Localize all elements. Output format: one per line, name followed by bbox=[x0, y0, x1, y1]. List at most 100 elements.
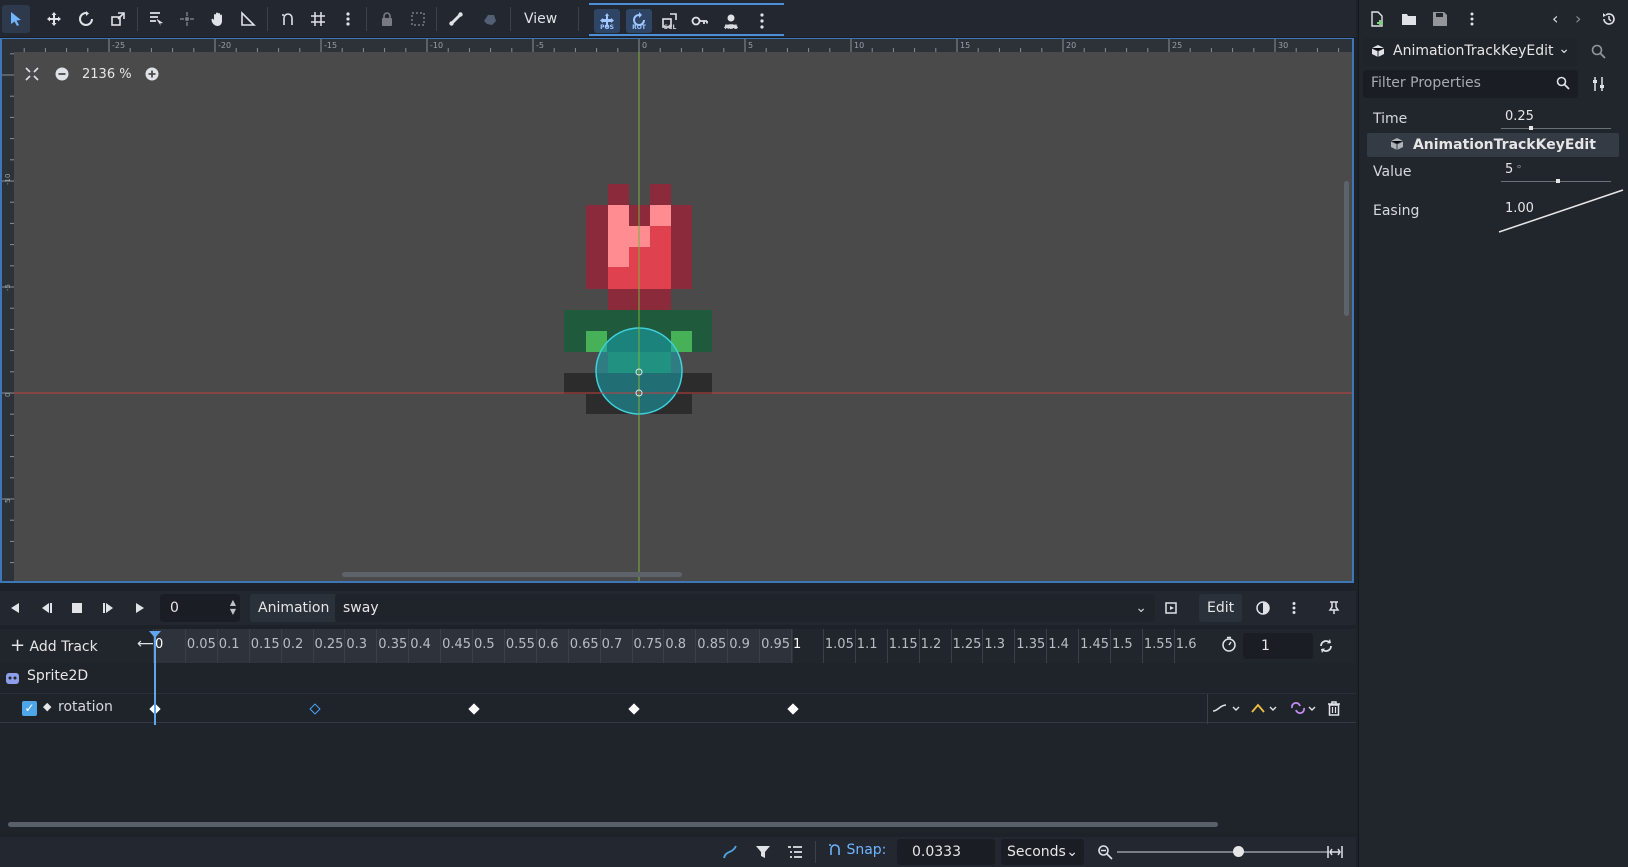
autoplay-icon[interactable] bbox=[1160, 596, 1184, 620]
ruler-top: -25 -20 -15 -10 -5 0 5 10 15 20 25 30 bbox=[2, 39, 1352, 52]
loop-wrap-icon[interactable] bbox=[1290, 701, 1320, 719]
inspected-object-selector[interactable]: AnimationTrackKeyEdit ⌄ bbox=[1363, 38, 1578, 66]
save-icon[interactable] bbox=[1432, 11, 1448, 31]
animation-selector[interactable]: sway ⌄ bbox=[335, 594, 1155, 622]
snap-toggle[interactable]: Snap: bbox=[828, 842, 886, 858]
loop-icon[interactable] bbox=[1318, 638, 1334, 658]
bone-icon[interactable] bbox=[442, 5, 470, 33]
keyframe[interactable] bbox=[627, 703, 640, 715]
recent-history-icon[interactable] bbox=[1601, 11, 1617, 31]
object-docs-icon[interactable] bbox=[1591, 44, 1607, 64]
zoom-out-icon[interactable] bbox=[52, 64, 72, 84]
timeline-zoom-thumb[interactable] bbox=[1233, 846, 1244, 857]
onion-skin-icon[interactable] bbox=[1251, 596, 1275, 620]
update-mode-icon[interactable] bbox=[1251, 701, 1281, 719]
toolbar-divider bbox=[510, 7, 511, 31]
track-property-name: rotation bbox=[58, 699, 113, 715]
smart-snap-icon[interactable] bbox=[274, 5, 302, 33]
add-track-button[interactable]: + Add Track bbox=[10, 633, 98, 659]
timeline-tick-label: 0 bbox=[155, 637, 164, 652]
pan-tool-icon[interactable] bbox=[204, 5, 232, 33]
grid-snap-icon[interactable] bbox=[304, 5, 332, 33]
stop-icon[interactable] bbox=[65, 596, 89, 620]
section-title: AnimationTrackKeyEdit bbox=[1412, 137, 1596, 153]
ruler-tool-icon[interactable] bbox=[234, 5, 262, 33]
viewport-canvas bbox=[14, 52, 1352, 581]
timeline-tick-line bbox=[440, 629, 442, 663]
keyframe[interactable] bbox=[468, 703, 480, 715]
play-backwards-from-end-icon[interactable] bbox=[34, 596, 58, 620]
ruler-label: -5 bbox=[536, 41, 544, 50]
history-forward-icon[interactable]: › bbox=[1575, 9, 1581, 28]
zoom-reset-icon[interactable] bbox=[22, 64, 42, 84]
camera-override-icon[interactable] bbox=[476, 5, 504, 33]
length-clock-icon bbox=[1221, 636, 1237, 656]
snap-options-icon[interactable] bbox=[334, 5, 362, 33]
keyframe[interactable] bbox=[787, 703, 799, 715]
node-track-row[interactable]: Sprite2D bbox=[0, 663, 1356, 693]
lock-icon[interactable] bbox=[373, 5, 401, 33]
key-options-icon[interactable] bbox=[749, 9, 775, 33]
play-backwards-icon[interactable] bbox=[3, 596, 27, 620]
history-back-icon[interactable]: ‹ bbox=[1552, 9, 1558, 28]
pin-icon[interactable] bbox=[1322, 596, 1346, 620]
viewport-horizontal-scrollbar[interactable] bbox=[342, 572, 682, 577]
value-slider-knob[interactable] bbox=[1556, 179, 1560, 183]
time-slider-knob[interactable] bbox=[1529, 126, 1533, 130]
bezier-curve-icon[interactable] bbox=[722, 844, 738, 864]
group-icon[interactable] bbox=[404, 5, 432, 33]
pivot-tool-icon[interactable] bbox=[173, 5, 201, 33]
easing-curve-editor[interactable] bbox=[1497, 188, 1625, 234]
keyframe[interactable] bbox=[308, 703, 321, 715]
fit-timeline-icon[interactable] bbox=[1327, 844, 1343, 864]
zoom-level[interactable]: 2136 % bbox=[82, 67, 132, 82]
playhead[interactable] bbox=[154, 633, 156, 725]
move-tool-icon[interactable] bbox=[40, 5, 68, 33]
new-resource-icon[interactable] bbox=[1369, 11, 1385, 31]
current-time-spinbox[interactable]: 0 ▲ ▼ bbox=[160, 594, 240, 622]
track-enabled-checkbox[interactable]: ✓ bbox=[22, 701, 37, 716]
animation-length-input[interactable]: 1 bbox=[1243, 633, 1313, 659]
view-menu[interactable]: View bbox=[516, 5, 565, 33]
zoom-in-icon[interactable] bbox=[142, 64, 162, 84]
insert-key-button[interactable] bbox=[687, 9, 713, 33]
key-position-toggle[interactable]: POS bbox=[594, 9, 620, 33]
viewport-vertical-scrollbar[interactable] bbox=[1344, 181, 1349, 316]
edit-menu-button[interactable]: Edit bbox=[1199, 594, 1243, 622]
timeline-tick-label: 1.4 bbox=[1048, 637, 1069, 652]
rotate-tool-icon[interactable] bbox=[72, 5, 100, 33]
snap-unit-selector[interactable]: Seconds ⌄ bbox=[1001, 839, 1084, 865]
timeline-ruler[interactable]: 0 0.05 0.1 0.15 0.2 0.25 0.3 0.35 0.4 0.45 0.5 0.55… bbox=[153, 629, 1213, 663]
resource-options-icon[interactable] bbox=[1464, 11, 1480, 31]
timeline-tick-label: 0.6 bbox=[537, 637, 559, 652]
play-from-start-icon[interactable] bbox=[97, 596, 121, 620]
2d-viewport[interactable]: -25 -20 -15 -10 -5 0 5 10 15 20 25 30 -10 -5 0 5 2136 … bbox=[0, 38, 1354, 583]
spin-arrows-icon[interactable]: ▲ ▼ bbox=[230, 598, 236, 616]
snap-step-input[interactable]: 0.0333 bbox=[897, 839, 995, 865]
key-scale-toggle[interactable]: SCL bbox=[657, 9, 683, 33]
timeline-tick-line bbox=[408, 629, 410, 663]
animation-menu-button[interactable]: Animation bbox=[250, 594, 338, 622]
filter-properties-input[interactable]: Filter Properties bbox=[1363, 70, 1578, 98]
group-tracks-icon[interactable] bbox=[787, 844, 803, 864]
scale-tool-icon[interactable] bbox=[104, 5, 132, 33]
time-slider[interactable] bbox=[1501, 128, 1611, 129]
key-rotation-toggle[interactable]: ROT bbox=[626, 9, 652, 33]
key-section-header[interactable]: AnimationTrackKeyEdit bbox=[1367, 133, 1619, 157]
delete-track-icon[interactable] bbox=[1327, 701, 1341, 720]
rotation-track-row[interactable]: ✓ ◆ rotation bbox=[0, 693, 1356, 724]
timeline-horizontal-scrollbar[interactable] bbox=[8, 822, 1218, 827]
track-area: Sprite2D ✓ ◆ rotation bbox=[0, 663, 1356, 833]
timeline-zoom-slider[interactable] bbox=[1117, 851, 1329, 853]
timeline-tick-line bbox=[950, 629, 952, 663]
open-folder-icon[interactable] bbox=[1401, 11, 1417, 31]
play-icon[interactable] bbox=[128, 596, 152, 620]
list-select-icon[interactable] bbox=[142, 5, 170, 33]
filter-tracks-icon[interactable] bbox=[755, 844, 771, 864]
property-settings-icon[interactable] bbox=[1591, 76, 1607, 96]
more-options-icon[interactable] bbox=[1282, 596, 1306, 620]
auto-keying-button[interactable]: REC bbox=[718, 9, 744, 33]
interpolation-mode-icon[interactable] bbox=[1212, 701, 1242, 719]
timeline-tick-label: 0.15 bbox=[250, 637, 280, 652]
select-tool-icon[interactable] bbox=[2, 5, 30, 33]
